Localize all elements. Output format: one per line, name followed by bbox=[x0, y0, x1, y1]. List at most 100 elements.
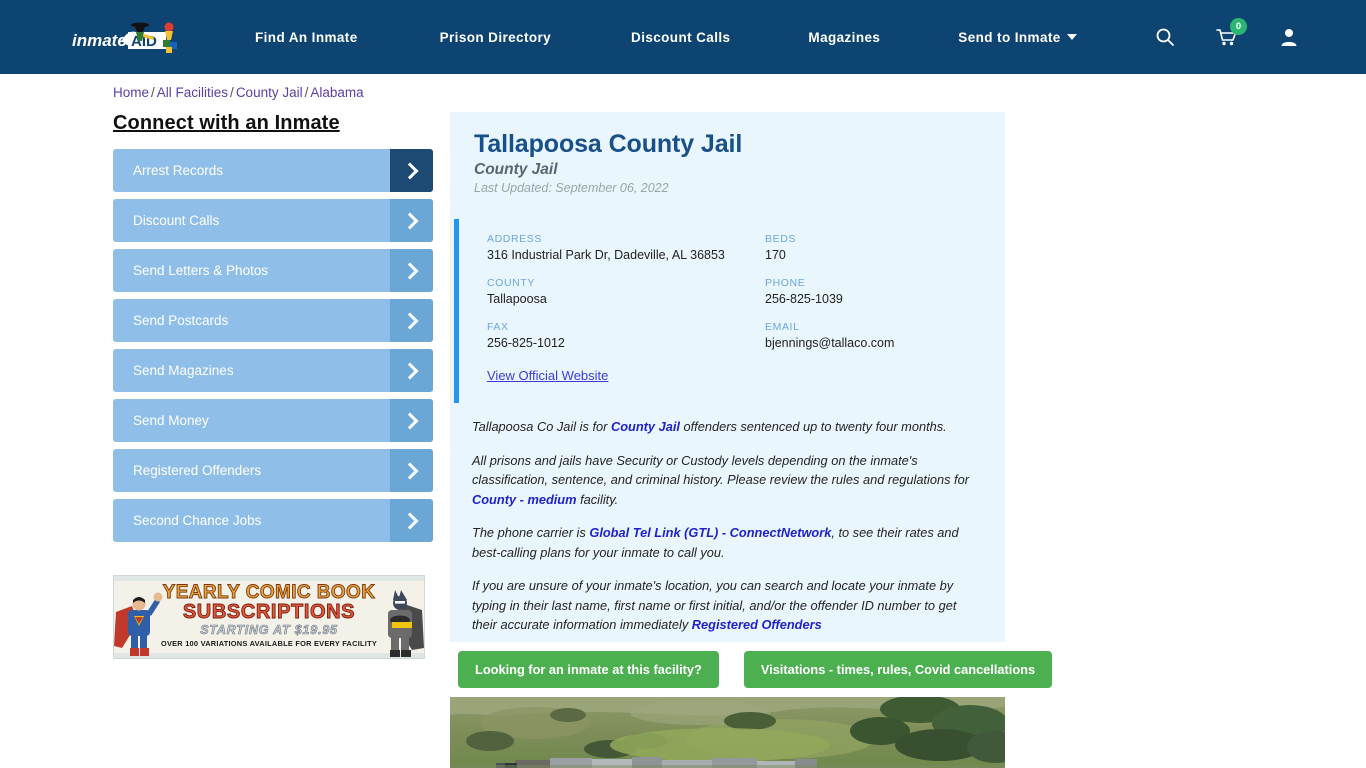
user-glyph bbox=[1281, 29, 1297, 46]
breadcrumb-item-home[interactable]: Home bbox=[113, 85, 149, 100]
sidebar-item-label: Second Chance Jobs bbox=[133, 513, 262, 528]
chevron-right-icon bbox=[390, 199, 433, 242]
detail-beds: BEDS 170 bbox=[765, 233, 1005, 262]
sidebar-item-label: Registered Offenders bbox=[133, 463, 262, 478]
sidebar: Connect with an Inmate Arrest Records Di… bbox=[113, 112, 433, 549]
detail-fax-label: FAX bbox=[487, 321, 509, 333]
detail-beds-label: BEDS bbox=[765, 233, 796, 245]
sidebar-item-send-letters-photos[interactable]: Send Letters & Photos bbox=[113, 249, 433, 292]
chevron-down-icon bbox=[1066, 33, 1077, 40]
desc-p3-text-a: The phone carrier is bbox=[472, 525, 590, 540]
breadcrumb: Home / All Facilities / County Jail / Alabama bbox=[113, 85, 364, 100]
breadcrumb-separator: / bbox=[151, 85, 155, 100]
nav-item-prison-directory[interactable]: Prison Directory bbox=[440, 30, 551, 45]
chevron-right-icon bbox=[390, 399, 433, 442]
sidebar-item-send-postcards[interactable]: Send Postcards bbox=[113, 299, 433, 342]
sidebar-item-arrest-records[interactable]: Arrest Records bbox=[113, 149, 433, 192]
svg-text:YEARLY COMIC BOOK: YEARLY COMIC BOOK bbox=[163, 582, 376, 603]
detail-phone-value: 256-825-1039 bbox=[765, 292, 843, 306]
breadcrumb-separator: / bbox=[230, 85, 234, 100]
description-paragraph-2: All prisons and jails have Security or C… bbox=[472, 451, 975, 510]
sidebar-item-second-chance-jobs[interactable]: Second Chance Jobs bbox=[113, 499, 433, 542]
nav-item-send-to-inmate[interactable]: Send to Inmate bbox=[958, 29, 1077, 45]
sidebar-item-registered-offenders[interactable]: Registered Offenders bbox=[113, 449, 433, 492]
facility-detail-card: Tallapoosa County Jail County Jail Last … bbox=[450, 112, 1005, 642]
breadcrumb-item-all-facilities[interactable]: All Facilities bbox=[157, 85, 228, 100]
desc-p2-link-county-medium[interactable]: County - medium bbox=[472, 492, 577, 507]
aerial-satellite-artwork bbox=[450, 697, 1005, 768]
nav-item-discount-calls[interactable]: Discount Calls bbox=[631, 30, 730, 45]
detail-fax: FAX 256-825-1012 bbox=[487, 321, 765, 350]
inmate-search-button[interactable]: Looking for an inmate at this facility? bbox=[458, 651, 719, 688]
detail-email-label: EMAIL bbox=[765, 321, 800, 333]
desc-p2-text-b: facility. bbox=[576, 491, 619, 507]
view-official-website-link[interactable]: View Official Website bbox=[487, 368, 608, 383]
search-icon[interactable] bbox=[1148, 20, 1182, 54]
chevron-right-icon bbox=[390, 499, 433, 542]
sidebar-item-label: Arrest Records bbox=[133, 163, 224, 178]
desc-p1-text-a: Tallapoosa Co Jail is for bbox=[472, 419, 611, 434]
breadcrumb-item-county-jail[interactable]: County Jail bbox=[236, 85, 303, 100]
desc-p1-text-b: offenders sentenced up to twenty four mo… bbox=[679, 419, 947, 434]
facility-header: Tallapoosa County Jail County Jail Last … bbox=[450, 112, 1005, 195]
desc-p4-link-registered-offenders[interactable]: Registered Offenders bbox=[692, 617, 822, 632]
site-logo[interactable]: inmate AID bbox=[70, 16, 194, 58]
page-title: Tallapoosa County Jail bbox=[474, 130, 743, 158]
detail-address-label: ADDRESS bbox=[487, 233, 542, 245]
nav-item-send-to-inmate-label: Send to Inmate bbox=[958, 29, 1061, 45]
last-updated-text: Last Updated: September 06, 2022 bbox=[474, 181, 669, 195]
top-navigation-bar: inmate AID Find An Inmate Prison Directo… bbox=[0, 0, 1366, 74]
desc-p1-link-county-jail[interactable]: County Jail bbox=[611, 419, 680, 434]
detail-fax-value: 256-825-1012 bbox=[487, 336, 565, 350]
desc-p2-text-a: All prisons and jails have Security or C… bbox=[472, 452, 969, 488]
comic-book-subscription-ad[interactable]: YEARLY COMIC BOOK SUBSCRIPTIONS STARTING… bbox=[113, 575, 425, 659]
facility-details-grid: ADDRESS 316 Industrial Park Dr, Dadevill… bbox=[487, 233, 1005, 350]
svg-text:STARTING AT $19.95: STARTING AT $19.95 bbox=[200, 623, 338, 637]
nav-icon-group: 0 bbox=[1148, 0, 1366, 74]
action-button-row: Looking for an inmate at this facility? … bbox=[458, 651, 1053, 688]
breadcrumb-item-alabama[interactable]: Alabama bbox=[310, 85, 363, 100]
facility-aerial-image[interactable] bbox=[450, 697, 1005, 768]
sidebar-item-send-magazines[interactable]: Send Magazines bbox=[113, 349, 433, 392]
ad-banner-artwork: YEARLY COMIC BOOK SUBSCRIPTIONS STARTING… bbox=[114, 576, 424, 658]
chevron-right-icon bbox=[390, 449, 433, 492]
desc-p3-link-phone-carrier[interactable]: Global Tel Link (GTL) - ConnectNetwork bbox=[589, 525, 831, 540]
sidebar-item-label: Send Letters & Photos bbox=[133, 263, 269, 278]
cart-badge-count: 0 bbox=[1230, 18, 1247, 35]
detail-beds-value: 170 bbox=[765, 248, 786, 262]
user-account-icon[interactable] bbox=[1272, 20, 1306, 54]
svg-text:OVER 100 VARIATIONS AVAILABLE: OVER 100 VARIATIONS AVAILABLE FOR EVERY … bbox=[161, 639, 377, 648]
sidebar-title: Connect with an Inmate bbox=[113, 112, 340, 134]
breadcrumb-separator: / bbox=[304, 85, 309, 100]
cart-icon[interactable]: 0 bbox=[1210, 18, 1247, 54]
facility-description: Tallapoosa Co Jail is for County Jail of… bbox=[450, 403, 1005, 635]
detail-county-value: Tallapoosa bbox=[487, 292, 547, 306]
sidebar-item-send-money[interactable]: Send Money bbox=[113, 399, 433, 442]
detail-phone: PHONE 256-825-1039 bbox=[765, 277, 1005, 306]
nav-item-magazines[interactable]: Magazines bbox=[808, 30, 880, 45]
main-nav-links: Find An Inmate Prison Directory Discount… bbox=[255, 0, 1077, 74]
detail-address: ADDRESS 316 Industrial Park Dr, Dadevill… bbox=[487, 233, 765, 262]
chevron-right-icon bbox=[390, 299, 433, 342]
svg-text:inmate: inmate bbox=[72, 31, 127, 50]
sidebar-item-discount-calls[interactable]: Discount Calls bbox=[113, 199, 433, 242]
detail-phone-label: PHONE bbox=[765, 277, 806, 289]
visitations-button[interactable]: Visitations - times, rules, Covid cancel… bbox=[743, 651, 1053, 688]
description-paragraph-1: Tallapoosa Co Jail is for County Jail of… bbox=[472, 417, 975, 437]
detail-county-label: COUNTY bbox=[487, 277, 535, 289]
facility-type: County Jail bbox=[474, 161, 558, 178]
detail-county: COUNTY Tallapoosa bbox=[487, 277, 765, 306]
sidebar-item-label: Send Magazines bbox=[133, 363, 234, 378]
detail-email-value: bjennings@tallaco.com bbox=[765, 336, 895, 350]
chevron-right-icon bbox=[390, 149, 433, 192]
sidebar-item-label: Discount Calls bbox=[133, 213, 220, 228]
detail-address-value: 316 Industrial Park Dr, Dadeville, AL 36… bbox=[487, 248, 725, 262]
svg-text:SUBSCRIPTIONS: SUBSCRIPTIONS bbox=[183, 601, 355, 623]
chevron-right-icon bbox=[390, 349, 433, 392]
description-paragraph-4: If you are unsure of your inmate's locat… bbox=[472, 576, 975, 635]
sidebar-item-label: Send Money bbox=[133, 413, 209, 428]
nav-item-find-an-inmate[interactable]: Find An Inmate bbox=[255, 30, 358, 45]
search-glyph bbox=[1156, 28, 1174, 46]
sidebar-item-label: Send Postcards bbox=[133, 313, 229, 328]
inmate-aid-logo-icon: inmate AID bbox=[72, 22, 177, 53]
